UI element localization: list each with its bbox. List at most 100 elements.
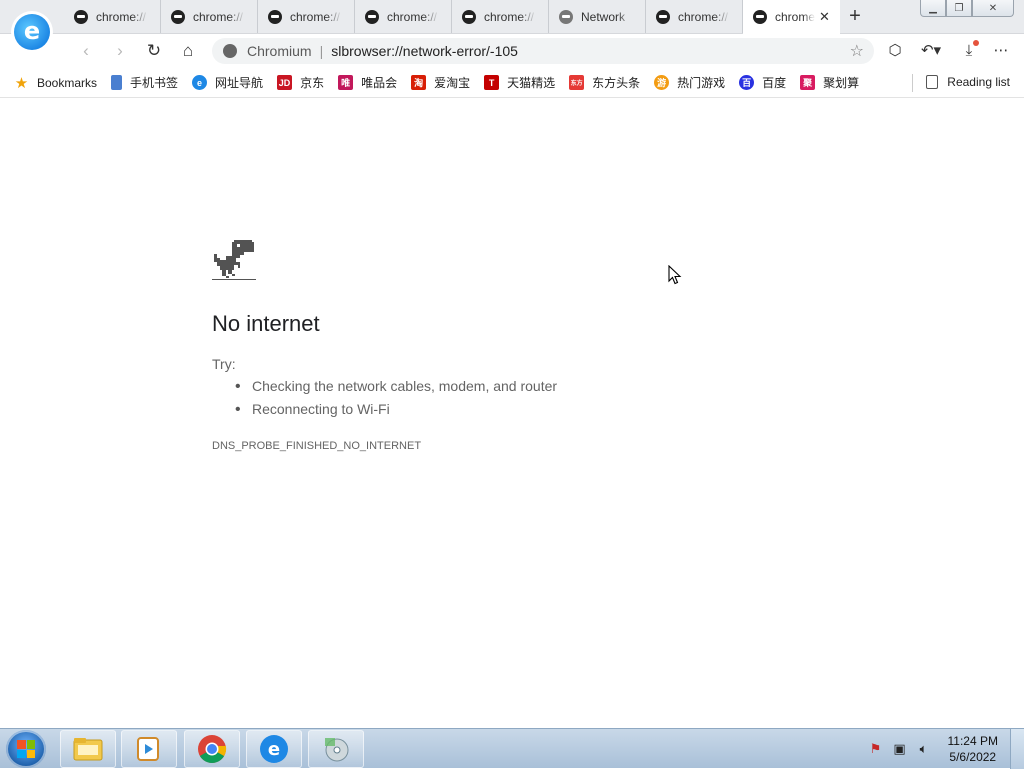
bookmark-label: 东方头条 — [592, 76, 641, 90]
volume-icon[interactable]: 🔈︎ — [916, 741, 932, 757]
bookmark-label: 聚划算 — [823, 76, 860, 90]
system-tray: ⚑ ▣ 🔈︎ 11:24 PM 5/6/2022 — [868, 729, 1024, 769]
tab-5[interactable]: Network — [549, 0, 646, 33]
taskbar-browser[interactable]: e — [246, 730, 302, 768]
bookmark-label: 天猫精选 — [507, 76, 556, 90]
bookmark-item[interactable]: 聚聚划算 — [800, 74, 859, 91]
phone-bookmark-icon — [111, 75, 123, 90]
dinosaur-icon[interactable] — [212, 240, 256, 282]
bookmark-item[interactable]: 游热门游戏 — [654, 74, 725, 91]
address-bar[interactable]: Chromium | slbrowser://network-error/-10… — [212, 38, 874, 64]
windows-logo-icon — [17, 740, 35, 758]
tab-label: chrome:// — [193, 9, 244, 24]
new-tab-button[interactable]: + — [842, 0, 868, 33]
juhuasuan-icon: 聚 — [800, 75, 816, 90]
window-controls: ▁ ❐ ✕ — [920, 0, 1014, 17]
vip-icon: 唯 — [338, 75, 354, 90]
bookmark-item[interactable]: 淘爱淘宝 — [411, 74, 470, 91]
reload-button[interactable]: ↻ — [142, 39, 166, 63]
tab-list: chrome:// chrome:// chrome:// chrome:// … — [64, 0, 868, 34]
try-label: Try: — [212, 356, 236, 372]
taskbar-media-player[interactable] — [121, 730, 177, 768]
bookmark-label: 京东 — [300, 76, 325, 90]
bookmark-item[interactable]: 唯唯品会 — [338, 74, 397, 91]
bookmark-label: 唯品会 — [361, 76, 398, 90]
taobao-icon: 淘 — [411, 75, 427, 90]
browser-icon — [74, 9, 88, 24]
media-center-icon — [325, 738, 349, 762]
star-icon: ★ — [14, 74, 29, 92]
bookmark-item[interactable]: JD 京东 — [277, 74, 324, 91]
bookmark-item[interactable]: T 天猫精选 — [484, 74, 555, 91]
tmall-icon: T — [484, 75, 500, 90]
bookmark-label: 爱淘宝 — [434, 76, 471, 90]
download-icon[interactable]: ⤓ — [958, 40, 980, 62]
taskbar-media-center[interactable] — [308, 730, 364, 768]
clock[interactable]: 11:24 PM 5/6/2022 — [948, 733, 998, 765]
tab-0[interactable]: chrome:// — [64, 0, 161, 33]
tab-3[interactable]: chrome:// — [355, 0, 452, 33]
reading-list-label: Reading list — [947, 75, 1010, 89]
close-tab-icon[interactable]: ✕ — [819, 9, 830, 25]
browser-icon — [753, 10, 767, 24]
browser-icon — [365, 9, 379, 24]
svg-text:e: e — [268, 739, 280, 760]
browser-icon — [171, 9, 185, 24]
tab-4[interactable]: chrome:// — [452, 0, 549, 33]
minimize-button[interactable]: ▁ — [920, 0, 946, 17]
site-name: Chromium — [247, 43, 312, 59]
action-center-flag-icon[interactable]: ⚑ — [868, 741, 884, 757]
tab-label: chrome:// — [484, 9, 535, 24]
tab-label: chrome:// — [678, 9, 729, 24]
site-info-icon[interactable] — [223, 44, 237, 58]
start-button[interactable] — [6, 730, 46, 768]
show-desktop-button[interactable] — [1010, 729, 1024, 769]
bookmark-item[interactable]: 手机书签 — [111, 74, 178, 91]
bookmark-star-icon[interactable]: ☆ — [850, 41, 864, 61]
bookmark-item[interactable]: 百百度 — [739, 74, 786, 91]
url-text[interactable]: slbrowser://network-error/-105 — [331, 43, 518, 59]
bookmark-label: 网址导航 — [215, 76, 264, 90]
tab-6[interactable]: chrome:// — [646, 0, 743, 33]
back-button[interactable]: ‹ — [74, 39, 98, 63]
bookmark-item[interactable]: ★ Bookmarks — [14, 74, 97, 92]
bookmark-item[interactable]: e 网址导航 — [192, 74, 263, 91]
close-window-button[interactable]: ✕ — [972, 0, 1014, 17]
bookmarks-divider — [912, 74, 913, 92]
browser-icon — [656, 9, 670, 24]
tab-1[interactable]: chrome:// — [161, 0, 258, 33]
suggestion-item: Checking the network cables, modem, and … — [235, 378, 557, 395]
browser-logo-icon[interactable]: e — [14, 14, 50, 50]
suggestion-item: Reconnecting to Wi-Fi — [235, 401, 557, 418]
tab-label: chrome:// — [387, 9, 438, 24]
toolbar: ‹ › ↻ ⌂ Chromium | slbrowser://network-e… — [0, 34, 1024, 68]
undo-dropdown-icon[interactable]: ↶▾ — [918, 40, 944, 62]
bookmark-label: 手机书签 — [130, 76, 179, 90]
tab-7-active[interactable]: chrome ✕ — [743, 0, 840, 34]
taskbar-explorer[interactable] — [60, 730, 116, 768]
browser-icon — [462, 9, 476, 24]
more-menu-icon[interactable]: ⋯ — [990, 40, 1012, 62]
download-badge — [973, 40, 979, 46]
toutiao-icon: 东方 — [569, 75, 585, 90]
browser-icon — [268, 9, 282, 24]
tab-label: chrome:// — [96, 9, 147, 24]
suggestion-list: Checking the network cables, modem, and … — [235, 378, 557, 424]
browser-icon: e — [260, 735, 288, 763]
reading-list-icon — [926, 75, 939, 89]
error-page: No internet Try: Checking the network ca… — [0, 99, 1024, 728]
bookmark-item[interactable]: 东方 东方头条 — [569, 74, 640, 91]
reading-list-button[interactable]: Reading list — [926, 75, 1010, 89]
maximize-button[interactable]: ❐ — [946, 0, 972, 17]
bookmarks-bar: ★ Bookmarks 手机书签 e 网址导航 JD 京东 唯唯品会 淘爱淘宝 T 天猫… — [0, 68, 1024, 98]
extensions-icon[interactable]: ⬡ — [884, 40, 906, 62]
explorer-icon — [73, 738, 103, 761]
taskbar-chrome[interactable] — [184, 730, 240, 768]
network-icon[interactable]: ▣ — [892, 741, 908, 757]
tab-strip: chrome:// chrome:// chrome:// chrome:// … — [0, 0, 1024, 34]
home-button[interactable]: ⌂ — [176, 39, 200, 63]
tab-2[interactable]: chrome:// — [258, 0, 355, 33]
error-title: No internet — [212, 311, 320, 336]
error-code: DNS_PROBE_FINISHED_NO_INTERNET — [212, 440, 422, 452]
forward-button[interactable]: › — [108, 39, 132, 63]
